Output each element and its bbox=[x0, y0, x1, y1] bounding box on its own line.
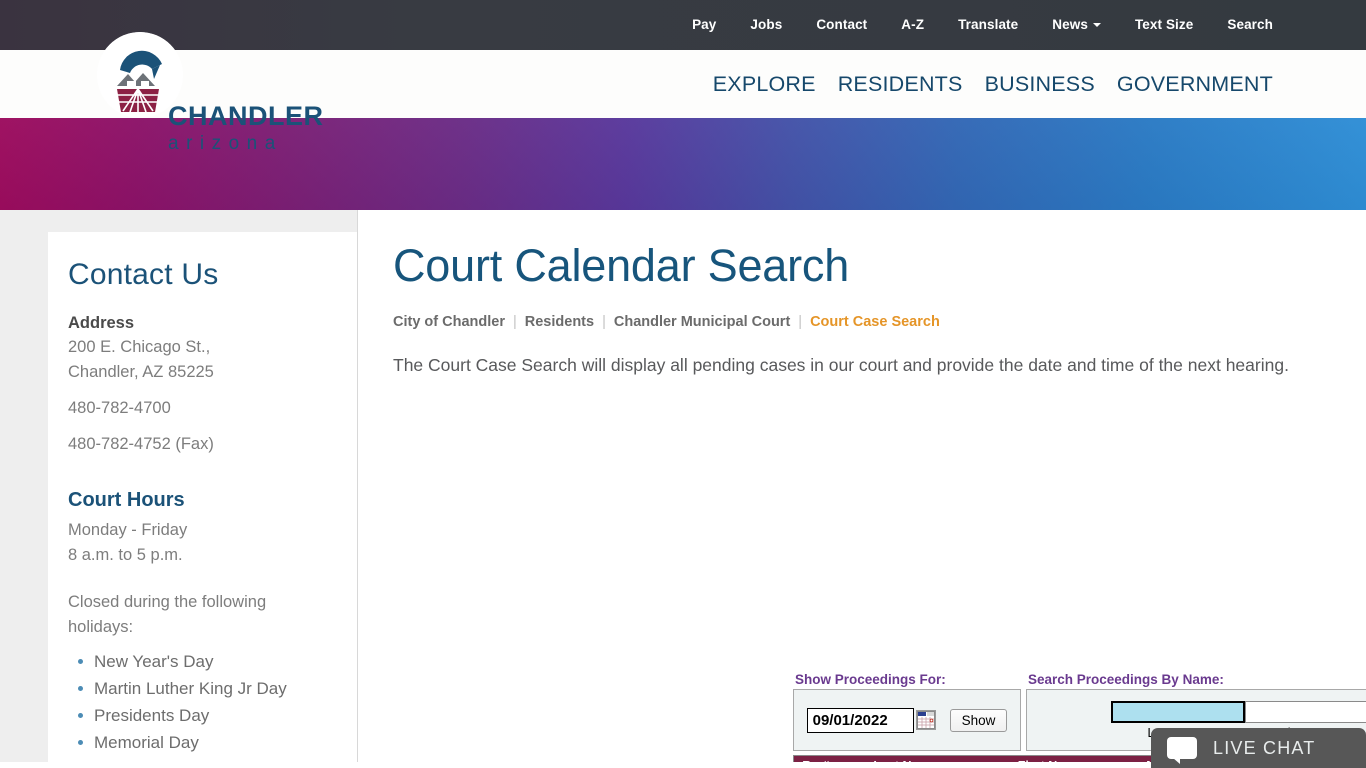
utility-nav-item-jobs[interactable]: Jobs bbox=[750, 17, 782, 32]
holiday-list-item: Memorial Day bbox=[78, 729, 333, 756]
table-header-first[interactable]: First Name bbox=[987, 755, 1113, 762]
sidebar-heading-court-hours: Court Hours bbox=[68, 489, 185, 511]
last-name-input[interactable] bbox=[1110, 700, 1245, 723]
utility-nav-item-a-z[interactable]: A-Z bbox=[901, 17, 924, 32]
primary-nav-item-explore[interactable]: EXPLORE bbox=[713, 72, 816, 96]
first-name-input[interactable] bbox=[1244, 700, 1366, 723]
breadcrumb: City of Chandler | Residents | Chandler Muni… bbox=[393, 314, 1296, 330]
show-proceedings-legend: Show Proceedings For: bbox=[795, 672, 946, 687]
site-header: CHANDLER arizona EXPLORE RESIDENTS BUSINES… bbox=[0, 32, 1366, 153]
sidebar-fax-link[interactable]: 480-782-4752 (Fax) bbox=[68, 432, 333, 457]
logo-wordmark: CHANDLER arizona bbox=[168, 101, 324, 154]
breadcrumb-separator: | bbox=[602, 314, 606, 330]
breadcrumb-item-court-case-search[interactable]: Court Case Search bbox=[810, 314, 940, 330]
sidebar-holiday-list: New Year's Day Martin Luther King Jr Day P… bbox=[68, 648, 333, 756]
logo-wordmark-state: arizona bbox=[168, 133, 283, 154]
sidebar-heading-contact-us: Contact Us bbox=[68, 258, 219, 291]
page-body: Contact Us Address 200 E. Chicago St., C… bbox=[0, 210, 1366, 762]
sidebar-address-label: Address bbox=[68, 314, 135, 332]
sidebar-closed-text: Closed during the following holidays: bbox=[68, 593, 267, 636]
utility-nav-item-search[interactable]: Search bbox=[1227, 17, 1273, 32]
breadcrumb-separator: | bbox=[798, 314, 803, 330]
utility-nav-item-news[interactable]: News bbox=[1052, 17, 1101, 32]
holiday-list-item: Presidents Day bbox=[78, 702, 333, 729]
holiday-list-item: Martin Luther King Jr Day bbox=[78, 675, 333, 702]
utility-nav-item-contact[interactable]: Contact bbox=[816, 17, 867, 32]
primary-nav-item-business[interactable]: BUSINESS bbox=[985, 72, 1095, 96]
holiday-list-item: New Year's Day bbox=[78, 648, 333, 675]
live-chat-label: LIVE CHAT bbox=[1213, 737, 1316, 758]
breadcrumb-item-residents[interactable]: Residents bbox=[525, 314, 594, 330]
show-proceedings-panel: Show bbox=[793, 689, 1021, 751]
breadcrumb-separator: | bbox=[512, 314, 517, 330]
intro-paragraph: The Court Case Search will display all p… bbox=[393, 355, 1289, 375]
sidebar-phone-link[interactable]: 480-782-4700 bbox=[68, 396, 333, 421]
app-legends-row: Show Proceedings For: Search Proceedings… bbox=[793, 672, 1366, 689]
primary-nav-item-residents[interactable]: RESIDENTS bbox=[838, 72, 963, 96]
calendar-glyph bbox=[916, 711, 935, 729]
logo-wordmark-city: CHANDLER bbox=[168, 101, 324, 131]
breadcrumb-item-city-of-chandler[interactable]: City of Chandler bbox=[393, 314, 505, 330]
main-content: Court Calendar Search City of Chandler | R… bbox=[358, 210, 1366, 762]
utility-navbar: Pay Jobs Contact A-Z Translate News Text Size S… bbox=[0, 0, 1366, 50]
calendar-icon[interactable] bbox=[915, 710, 936, 730]
utility-nav-item-text-size[interactable]: Text Size bbox=[1135, 17, 1193, 32]
breadcrumb-item-chandler-municipal-court[interactable]: Chandler Municipal Court bbox=[614, 314, 790, 330]
table-header-label-last: Last Name bbox=[873, 759, 936, 762]
page-title: Court Calendar Search bbox=[393, 240, 850, 291]
utility-nav-item-translate[interactable]: Translate bbox=[958, 17, 1018, 32]
primary-nav: EXPLORE RESIDENTS BUSINESS GOVERNMENT bbox=[691, 72, 1273, 97]
utility-nav-list: Pay Jobs Contact A-Z Translate News Text Size S… bbox=[658, 16, 1273, 34]
sidebar-address-line1: 200 E. Chicago St., bbox=[68, 338, 211, 356]
chevron-down-icon bbox=[1092, 23, 1101, 28]
date-input[interactable] bbox=[806, 707, 914, 733]
show-proceedings-legend-wrap: Show Proceedings For: bbox=[793, 672, 1021, 689]
chat-bubble-icon bbox=[1167, 737, 1197, 764]
live-chat-button[interactable]: LIVE CHAT bbox=[1151, 728, 1366, 768]
search-by-name-legend: Search Proceedings By Name: bbox=[1028, 672, 1224, 687]
primary-nav-item-government[interactable]: GOVERNMENT bbox=[1117, 72, 1273, 96]
show-button[interactable]: Show bbox=[949, 708, 1008, 732]
table-header-rm[interactable]: Rm# bbox=[793, 755, 838, 762]
table-header-last[interactable]: Last Name bbox=[837, 755, 988, 762]
search-by-name-legend-wrap: Search Proceedings By Name: bbox=[1026, 672, 1366, 689]
sidebar-hours-time: 8 a.m. to 5 p.m. bbox=[68, 546, 183, 564]
table-header-label-first: First Name bbox=[1018, 759, 1083, 762]
sidebar-address-line2: Chandler, AZ 85225 bbox=[68, 363, 214, 381]
sidebar-hours-days: Monday - Friday bbox=[68, 521, 188, 539]
utility-nav-item-pay[interactable]: Pay bbox=[692, 17, 716, 32]
sidebar: Contact Us Address 200 E. Chicago St., C… bbox=[0, 210, 358, 762]
sidebar-content: Contact Us Address 200 E. Chicago St., C… bbox=[48, 232, 357, 762]
table-header-label-rm: Rm# bbox=[802, 759, 829, 762]
